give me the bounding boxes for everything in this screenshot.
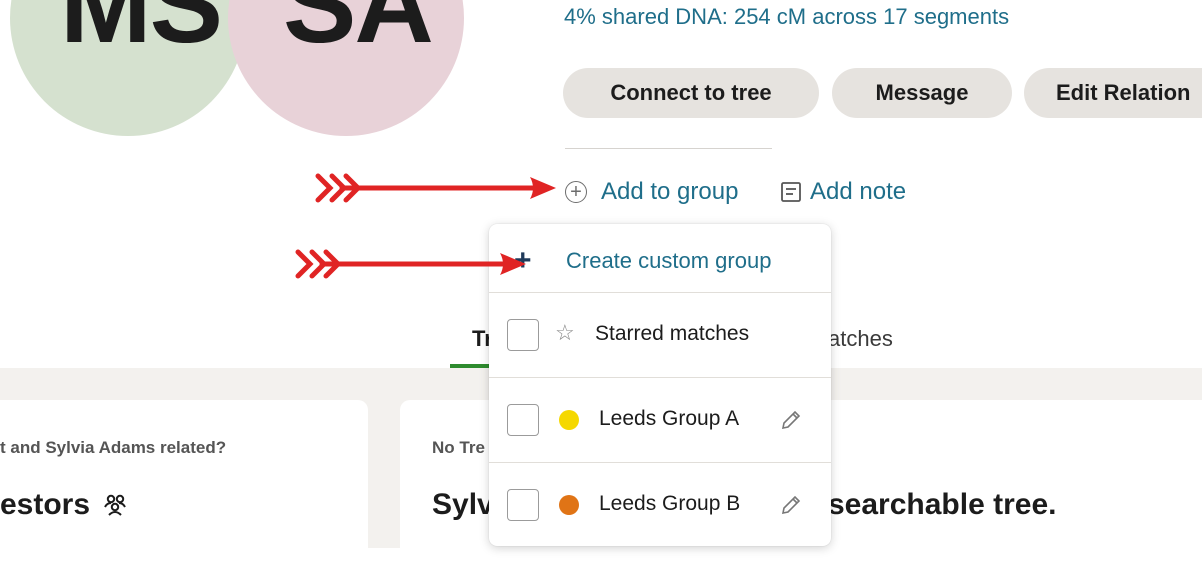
red-arrow-add-to-group bbox=[315, 173, 556, 203]
red-arrow-create-group bbox=[295, 249, 526, 279]
create-custom-group-link[interactable]: Create custom group bbox=[566, 248, 771, 274]
add-to-group-label: Add to group bbox=[601, 178, 739, 205]
avatar-initials-left: MS bbox=[60, 0, 223, 66]
leeds-b-checkbox[interactable] bbox=[507, 489, 539, 521]
add-note-link[interactable]: Add note bbox=[780, 178, 906, 206]
group-option-starred[interactable]: ☆ Starred matches bbox=[489, 292, 831, 376]
starred-checkbox[interactable] bbox=[507, 319, 539, 351]
edit-relationship-button[interactable]: Edit Relation bbox=[1024, 68, 1202, 118]
add-to-group-link[interactable]: + Add to group bbox=[565, 178, 738, 206]
divider bbox=[565, 148, 772, 149]
tab-matches[interactable]: atches bbox=[828, 326, 893, 352]
group-option-leeds-a[interactable]: Leeds Group A bbox=[489, 377, 831, 461]
add-circle-icon: + bbox=[565, 181, 587, 203]
people-icon bbox=[104, 494, 127, 516]
leeds-a-checkbox[interactable] bbox=[507, 404, 539, 436]
group-color-dot bbox=[559, 495, 579, 515]
connect-to-tree-button[interactable]: Connect to tree bbox=[563, 68, 819, 118]
relationship-card bbox=[0, 400, 368, 570]
pencil-icon[interactable] bbox=[779, 493, 803, 517]
message-button[interactable]: Message bbox=[832, 68, 1012, 118]
avatar-initials-right: SA bbox=[283, 0, 434, 66]
starred-label: Starred matches bbox=[595, 322, 750, 345]
pencil-icon[interactable] bbox=[779, 408, 803, 432]
group-color-dot bbox=[559, 410, 579, 430]
tree-card-question: No Tre bbox=[432, 438, 485, 457]
tree-card-heading-start: Sylv bbox=[432, 488, 494, 521]
group-dropdown: + Create custom group ☆ Starred matches … bbox=[489, 224, 831, 546]
star-icon: ☆ bbox=[555, 320, 575, 345]
leeds-a-label: Leeds Group A bbox=[599, 407, 740, 430]
card-question: t and Sylvia Adams related? bbox=[0, 438, 227, 457]
card-heading: estors bbox=[0, 488, 128, 522]
note-icon bbox=[781, 182, 801, 202]
leeds-b-label: Leeds Group B bbox=[599, 492, 741, 515]
tree-card-heading-end: searchable tree. bbox=[828, 488, 1057, 521]
group-option-leeds-b[interactable]: Leeds Group B bbox=[489, 462, 831, 546]
add-note-label: Add note bbox=[810, 178, 907, 205]
shared-dna-link[interactable]: 4% shared DNA: 254 cM across 17 segments bbox=[564, 4, 1009, 30]
card-heading-text: estors bbox=[0, 488, 91, 521]
